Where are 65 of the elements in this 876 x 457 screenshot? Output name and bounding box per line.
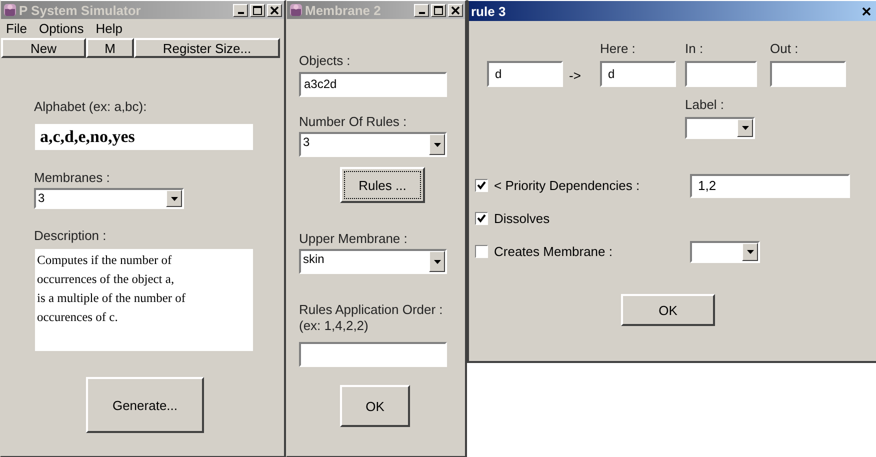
close-icon [270, 6, 279, 14]
here-field[interactable]: d [600, 61, 676, 87]
field-label: Description : [34, 228, 106, 244]
field-label: Out : [770, 41, 800, 58]
field-label: In : [685, 41, 704, 58]
description-area[interactable]: Computes if the number of occurrences of the object a, is a multiple of the number of occurences of c. [34, 248, 254, 352]
field-label: Number Of Rules : [299, 114, 407, 130]
hint-text: (ex: 1,4,2,2) [299, 318, 368, 334]
checkbox[interactable] [475, 212, 488, 225]
maximize-icon [434, 6, 443, 14]
left-side-field[interactable]: d [487, 61, 563, 87]
menu-item[interactable]: Options [38, 20, 84, 36]
app-icon [3, 3, 17, 17]
caret-icon [742, 126, 748, 130]
field-label: Rules Application Order : [299, 302, 443, 318]
checkbox-label: Dissolves [494, 211, 551, 226]
minimize-button[interactable] [414, 4, 429, 16]
minimize-icon [418, 12, 424, 14]
rules-button[interactable]: Rules ... [340, 167, 425, 203]
menu-item[interactable]: File [6, 20, 27, 36]
caret-icon [746, 250, 754, 254]
minimize-icon [238, 12, 244, 14]
field-label: Membranes : [34, 170, 110, 186]
app-icon [289, 3, 303, 17]
objects-field[interactable]: a3c2d [299, 72, 447, 97]
field-label: Alphabet (ex: a,bc): [34, 99, 147, 115]
close-icon [451, 6, 460, 14]
maximize-button[interactable] [431, 4, 446, 16]
maximize-button[interactable] [250, 4, 265, 16]
upper-membrane-dropdown[interactable]: skin [299, 249, 447, 274]
caret-icon [434, 260, 440, 264]
field-label: Label : [685, 97, 726, 114]
alphabet-field[interactable]: a,c,d,e,no,yes [34, 123, 254, 151]
caret-icon [434, 142, 440, 146]
arrow-text: -> [568, 68, 582, 82]
maximize-icon [253, 6, 262, 14]
rules-count-dropdown[interactable]: 3 [299, 132, 447, 157]
checkbox[interactable] [475, 179, 488, 192]
menu-item[interactable]: Help [96, 20, 123, 36]
membrane-dropdown[interactable] [690, 240, 760, 262]
membranes-dropdown[interactable]: 3 [34, 188, 184, 209]
close-icon [862, 6, 871, 16]
toolbar-button[interactable]: M [86, 38, 134, 58]
generate-button[interactable]: Generate... [86, 377, 204, 433]
close-button[interactable] [267, 4, 282, 16]
window-title: P System Simulator [19, 2, 141, 18]
field-label: Here : [600, 41, 636, 58]
priority-field[interactable]: 1,2 [690, 174, 850, 198]
close-button[interactable] [448, 4, 463, 16]
ok-button[interactable]: OK [621, 294, 715, 326]
ok-button[interactable]: OK [340, 385, 410, 427]
toolbar-button[interactable]: New [1, 38, 86, 58]
in-field[interactable] [685, 61, 757, 87]
checkbox-label: < Priority Dependencies : [494, 178, 641, 193]
label-dropdown[interactable] [685, 117, 755, 139]
caret-icon [170, 196, 178, 200]
checkbox[interactable] [475, 245, 488, 258]
field-label: Upper Membrane : [299, 231, 408, 247]
toolbar-button[interactable]: Register Size... [134, 38, 280, 58]
out-field[interactable] [770, 61, 846, 87]
checkbox-label: Creates Membrane : [494, 244, 614, 259]
window-title: rule 3 [471, 4, 506, 18]
order-field[interactable] [299, 342, 447, 367]
minimize-button[interactable] [233, 4, 248, 16]
field-label: Objects : [299, 53, 350, 69]
